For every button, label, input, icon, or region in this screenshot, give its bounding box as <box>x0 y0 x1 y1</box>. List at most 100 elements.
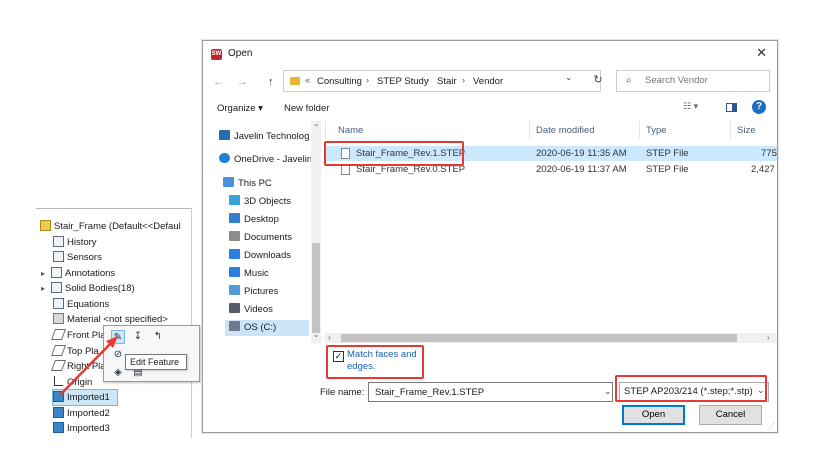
onedrive-icon <box>219 153 230 163</box>
breadcrumb-consulting[interactable]: Consulting <box>317 76 362 87</box>
scroll-left-icon[interactable]: ‹ <box>328 333 331 342</box>
breadcrumb-separator[interactable]: › <box>426 75 429 85</box>
rollback-icon[interactable]: ↰ <box>151 330 165 344</box>
edit-feature-tooltip: Edit Feature <box>125 354 187 370</box>
preview-pane-icon[interactable] <box>726 103 737 112</box>
file-size: 2,427 <box>751 164 775 175</box>
address-dropdown-icon[interactable]: ⌄ <box>565 72 573 83</box>
nav-item-javelin[interactable]: Javelin Technolog <box>219 129 309 145</box>
back-button[interactable]: ← <box>213 76 224 88</box>
breadcrumb-stair[interactable]: Stair <box>437 76 457 87</box>
appearance-icon[interactable]: ◈ <box>111 366 125 380</box>
hscroll-thumb[interactable] <box>341 334 737 342</box>
open-button[interactable]: Open <box>622 405 685 425</box>
column-divider[interactable] <box>639 121 640 139</box>
column-header-type[interactable]: Type <box>646 125 667 136</box>
nav-item-documents[interactable]: Documents <box>229 230 292 246</box>
highlight-selected-file <box>324 141 464 166</box>
dialog-titlebar[interactable]: SW Open ✕ <box>203 41 777 68</box>
imported-body-icon <box>53 391 64 402</box>
tree-item-equations[interactable]: Equations <box>53 297 109 312</box>
scroll-up-icon[interactable]: ⌃ <box>313 123 320 132</box>
cancel-button[interactable]: Cancel <box>699 405 762 425</box>
nav-item-desktop[interactable]: Desktop <box>229 212 279 228</box>
edit-feature-icon[interactable]: ✎ <box>111 330 125 344</box>
breadcrumb-separator[interactable]: › <box>462 75 465 85</box>
refresh-button[interactable]: ↻ <box>587 70 609 92</box>
file-date: 2020-06-19 11:37 AM <box>536 164 627 175</box>
material-icon <box>53 313 64 324</box>
scroll-right-icon[interactable]: › <box>767 333 770 342</box>
tree-root-part[interactable]: Stair_Frame (Default<<Defaul <box>40 219 181 234</box>
nav-pane-scrollbar[interactable]: ⌃ ⌄ <box>311 121 321 343</box>
sketch-icon[interactable]: ↧ <box>131 330 145 344</box>
file-type: STEP File <box>646 164 689 175</box>
solidworks-app-icon: SW <box>211 49 222 60</box>
file-name-dropdown-icon[interactable]: ⌄ <box>604 386 612 397</box>
tree-item-imported3[interactable]: Imported3 <box>53 421 110 436</box>
tree-item-origin[interactable]: Origin <box>53 375 92 390</box>
breadcrumb-step-study[interactable]: STEP Study <box>377 76 429 87</box>
navigation-pane: Javelin Technolog OneDrive - Javelin Thi… <box>203 121 321 342</box>
search-box[interactable]: ⌕ <box>616 70 770 92</box>
breadcrumb-overflow-icon[interactable]: « <box>305 75 310 85</box>
nav-item-os-c[interactable]: OS (C:) <box>225 320 309 336</box>
file-type: STEP File <box>646 148 689 159</box>
highlight-file-type <box>615 375 767 402</box>
tree-item-sensors[interactable]: Sensors <box>53 250 102 265</box>
nav-item-onedrive[interactable]: OneDrive - Javelin <box>219 152 312 168</box>
column-divider[interactable] <box>730 121 731 139</box>
plane-icon <box>50 345 67 356</box>
breadcrumb-vendor[interactable]: Vendor <box>473 76 503 87</box>
change-view-icon[interactable]: ☷ ▾ <box>683 101 698 112</box>
close-button[interactable]: ✕ <box>756 45 767 61</box>
address-bar[interactable]: « Consulting › STEP Study › Stair › Vend… <box>283 70 601 92</box>
open-dialog: SW Open ✕ ← → ↑ « Consulting › STEP Stud… <box>202 40 778 433</box>
nav-scroll-thumb[interactable] <box>312 243 320 333</box>
tree-item-imported2[interactable]: Imported2 <box>53 406 110 421</box>
expand-arrow-icon[interactable]: ▸ <box>41 281 51 296</box>
hide-icon[interactable]: ⊘ <box>111 348 125 362</box>
equations-icon <box>53 298 64 309</box>
downloads-icon <box>229 249 240 259</box>
part-icon <box>40 220 51 231</box>
origin-icon <box>53 376 64 387</box>
tree-item-front-plane[interactable]: Front Pla <box>50 328 106 343</box>
expand-arrow-icon[interactable]: ▸ <box>41 266 51 281</box>
forward-button[interactable]: → <box>237 76 248 88</box>
this-pc-icon <box>223 177 234 187</box>
tree-item-top-plane[interactable]: Top Pla <box>50 344 99 359</box>
new-folder-button[interactable]: New folder <box>284 103 329 114</box>
tree-item-imported1[interactable]: Imported1 <box>52 389 118 406</box>
scroll-down-icon[interactable]: ⌄ <box>313 330 320 339</box>
nav-item-pictures[interactable]: Pictures <box>229 284 278 300</box>
file-name-input[interactable] <box>368 382 613 402</box>
3d-objects-icon <box>229 195 240 205</box>
column-header-name[interactable]: Name <box>338 125 363 136</box>
videos-icon <box>229 303 240 313</box>
column-divider[interactable] <box>529 121 530 139</box>
tree-item-right-plane[interactable]: Right Pla <box>50 359 106 374</box>
column-header-size[interactable]: Size <box>737 125 755 136</box>
nav-item-videos[interactable]: Videos <box>229 302 273 318</box>
nav-item-3d-objects[interactable]: 3D Objects <box>229 194 291 210</box>
folder-icon <box>290 77 300 85</box>
nav-item-downloads[interactable]: Downloads <box>229 248 291 264</box>
plane-icon <box>50 360 67 371</box>
tree-item-history[interactable]: History <box>53 235 97 250</box>
tree-item-solid-bodies[interactable]: ▸ Solid Bodies(18) <box>41 281 135 296</box>
dialog-title: Open <box>228 48 253 59</box>
search-input[interactable] <box>645 75 765 86</box>
feature-manager-tree: Stair_Frame (Default<<Defaul History Sen… <box>36 208 192 438</box>
nav-item-this-pc[interactable]: This PC <box>223 176 272 192</box>
tree-item-annotations[interactable]: ▸ Annotations <box>41 266 115 281</box>
breadcrumb-separator[interactable]: › <box>366 75 369 85</box>
column-header-date-modified[interactable]: Date modified <box>536 125 595 136</box>
file-list-hscrollbar[interactable]: ‹ › <box>325 333 777 343</box>
help-icon[interactable]: ? <box>752 100 766 114</box>
file-date: 2020-06-19 11:35 AM <box>536 148 627 159</box>
resize-grip-icon[interactable]: ⋰ <box>768 422 775 430</box>
nav-item-music[interactable]: Music <box>229 266 269 282</box>
organize-menu[interactable]: Organize ▾ <box>217 103 263 114</box>
up-button[interactable]: ↑ <box>268 76 274 88</box>
